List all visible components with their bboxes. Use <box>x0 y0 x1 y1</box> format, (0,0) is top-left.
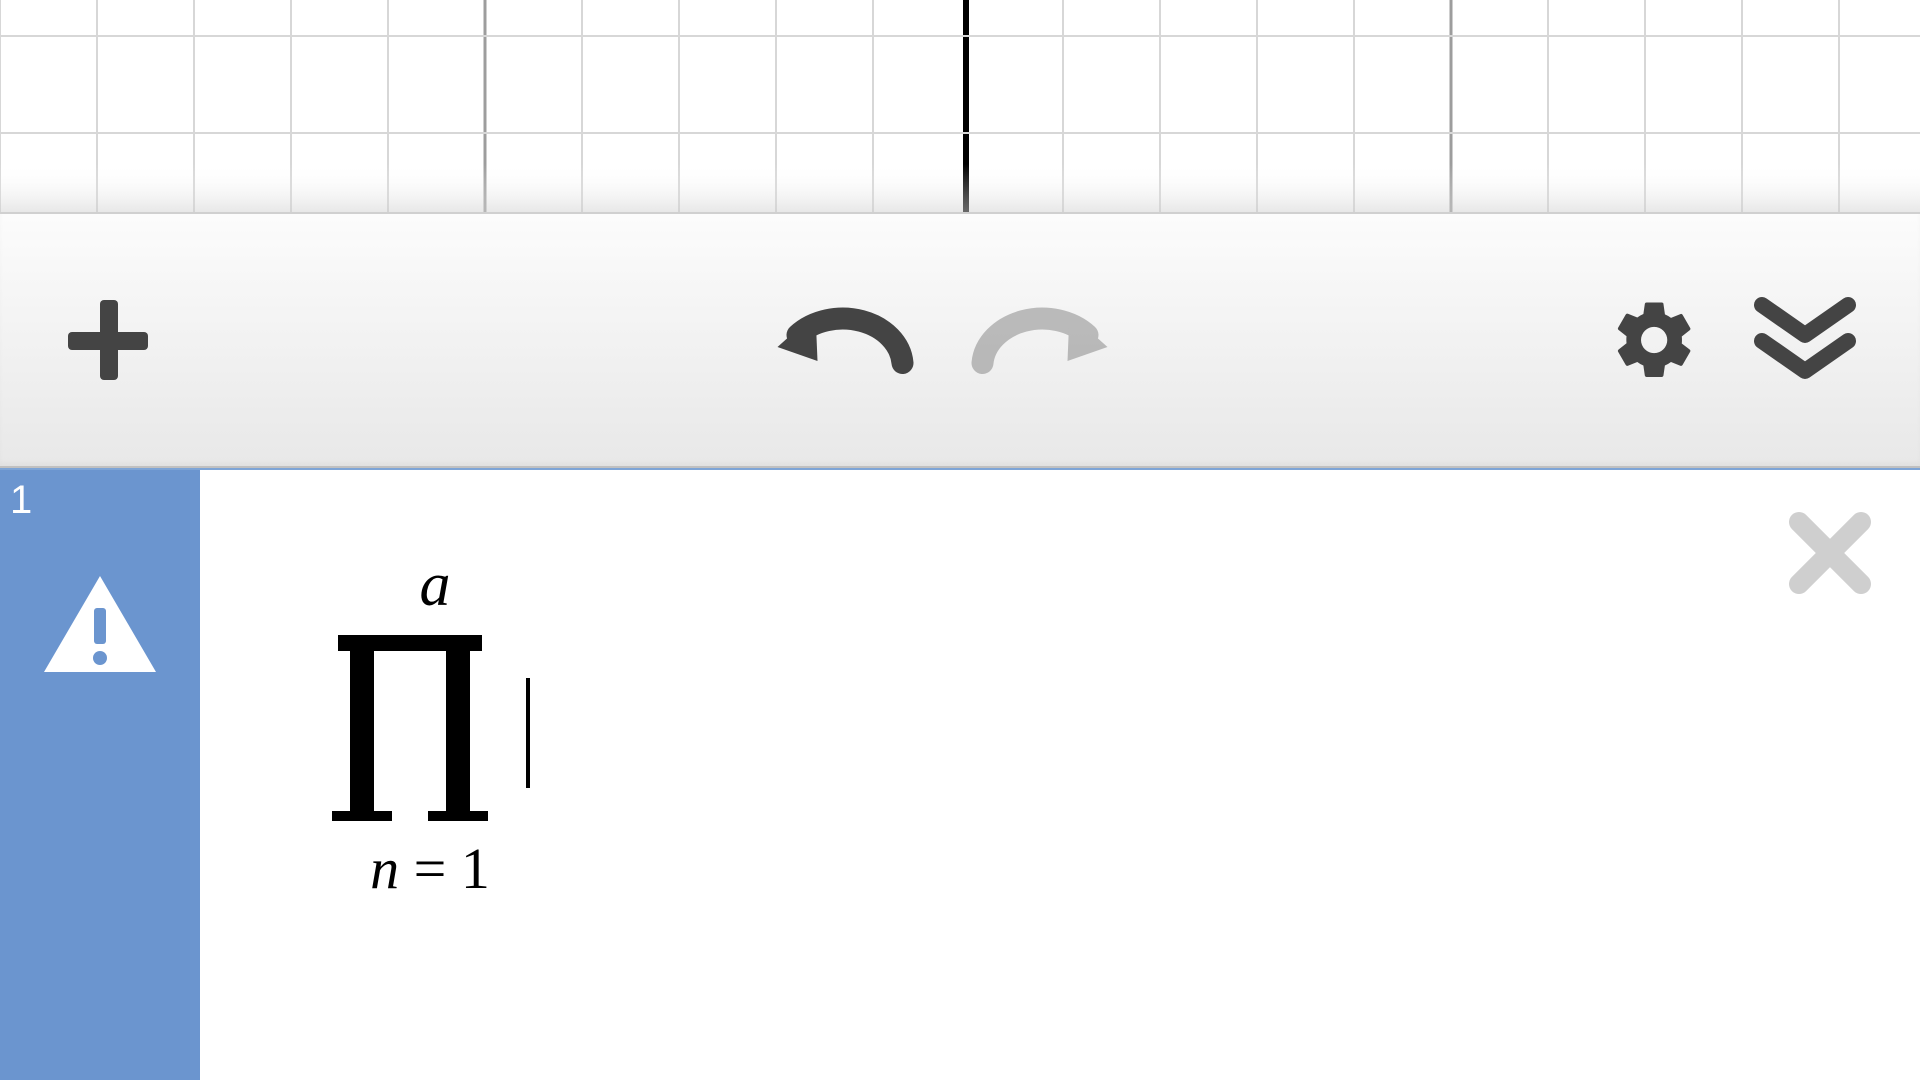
redo-button[interactable] <box>968 295 1118 385</box>
math-expression: a n = 1 <box>330 550 530 902</box>
graph-canvas[interactable] <box>0 0 1920 212</box>
row-gutter[interactable]: 1 <box>0 470 200 1080</box>
expression-toolbar <box>0 212 1920 468</box>
delete-expression-button[interactable] <box>1785 508 1875 603</box>
expression-input[interactable]: a n = 1 <box>200 470 1920 1080</box>
warning-icon[interactable] <box>40 570 160 685</box>
expression-row: 1 a <box>0 468 1920 1080</box>
text-cursor <box>526 678 530 788</box>
undo-button[interactable] <box>768 295 918 385</box>
row-index-label: 1 <box>10 478 200 523</box>
settings-button[interactable] <box>1610 295 1700 385</box>
product-symbol-icon <box>330 627 490 827</box>
product-lower-limit[interactable]: n = 1 <box>330 835 530 902</box>
add-expression-button[interactable] <box>60 292 156 388</box>
product-upper-limit[interactable]: a <box>340 550 530 621</box>
collapse-button[interactable] <box>1750 295 1860 385</box>
